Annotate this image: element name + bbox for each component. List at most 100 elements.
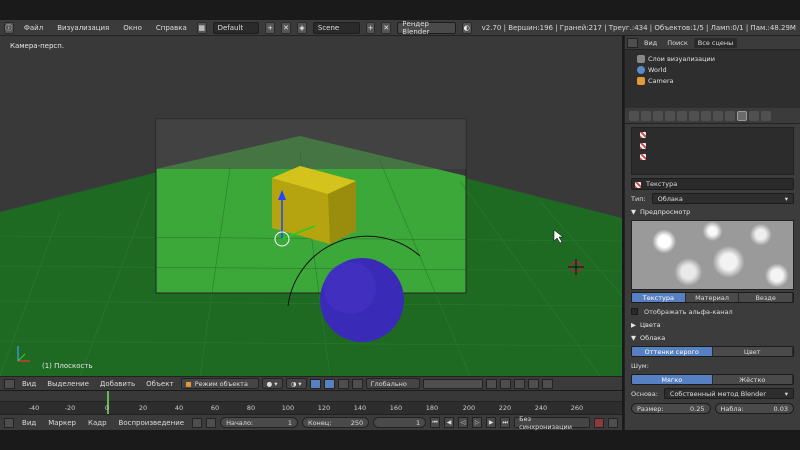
outliner-item[interactable]: World xyxy=(625,64,800,75)
tl-menu-view[interactable]: Вид xyxy=(18,419,40,427)
outliner-header: Вид Поиск Все сцены xyxy=(625,36,800,50)
clouds-panel-header[interactable]: ▼ Облака xyxy=(625,331,800,344)
end-frame-field[interactable]: Конец: 250 xyxy=(301,417,370,428)
physics-tab-icon[interactable] xyxy=(761,110,771,121)
preview-tab-both[interactable]: Везде xyxy=(739,293,793,302)
vp-menu-select[interactable]: Выделение xyxy=(43,380,93,388)
keying-set-icon[interactable] xyxy=(608,417,619,428)
screen-layout-field[interactable]: Default xyxy=(212,21,260,34)
record-icon[interactable] xyxy=(594,417,605,428)
timeline-ruler: -40 -20 0 20 40 60 80 100 120 140 160 18… xyxy=(0,402,622,414)
preview-range-icon[interactable] xyxy=(206,417,217,428)
autokey-icon[interactable] xyxy=(192,417,203,428)
texture-slot-icon[interactable] xyxy=(640,132,646,138)
play-button[interactable]: ▷ xyxy=(472,417,483,428)
mode-select[interactable]: ■ Режим объекта xyxy=(180,378,259,389)
outliner-item[interactable]: Слои визуализации xyxy=(625,53,800,64)
layers-tab-icon[interactable] xyxy=(641,110,651,121)
outliner-tab-all-scenes[interactable]: Все сцены xyxy=(693,37,738,48)
scene-field[interactable]: Scene xyxy=(312,21,360,34)
show-alpha-checkbox[interactable] xyxy=(631,308,638,315)
preview-panel-header[interactable]: ▼ Предпросмотр xyxy=(625,205,800,218)
show-alpha-row[interactable]: Отображать альфа-канал xyxy=(625,305,800,318)
start-frame-field[interactable]: Начало: 1 xyxy=(220,417,298,428)
data-tab-icon[interactable] xyxy=(713,110,723,121)
modifiers-tab-icon[interactable] xyxy=(701,110,711,121)
colors-panel-header[interactable]: ▶ Цвета xyxy=(625,318,800,331)
render-tab-icon[interactable] xyxy=(629,110,639,121)
layout-icon[interactable]: ▦ xyxy=(196,21,207,34)
outliner[interactable]: Слои визуализации World Camera xyxy=(625,50,800,108)
tl-menu-playback[interactable]: Воспроизведение xyxy=(115,419,189,427)
world-tab-icon[interactable] xyxy=(665,110,675,121)
3d-viewport[interactable]: Камера-персп. (1) Плоскость xyxy=(0,36,622,376)
orientation-select[interactable]: Глобально xyxy=(365,378,420,389)
timeline-scrollbar[interactable] xyxy=(0,391,622,402)
texture-name-field[interactable]: Текстура xyxy=(631,178,794,190)
render-icon[interactable] xyxy=(527,378,539,389)
constraints-tab-icon[interactable] xyxy=(689,110,699,121)
vp-menu-object[interactable]: Объект xyxy=(142,380,177,388)
editor-type-outliner-icon[interactable] xyxy=(627,37,638,48)
particles-tab-icon[interactable] xyxy=(749,110,759,121)
editor-type-button[interactable]: ⓘ xyxy=(4,21,14,34)
current-frame-field[interactable]: 1 xyxy=(373,417,427,428)
render-engine-select[interactable]: Рендер Blender xyxy=(397,20,456,36)
preview-tab-texture[interactable]: Текстура xyxy=(632,293,686,302)
jump-end-button[interactable]: ⏭ xyxy=(500,417,511,428)
sync-select[interactable]: Без синхронизации xyxy=(514,415,591,431)
outliner-item[interactable]: Camera xyxy=(625,75,800,86)
object-tab-icon[interactable] xyxy=(677,110,687,121)
rotate-toggle[interactable] xyxy=(337,378,349,389)
texture-icon xyxy=(635,182,641,188)
next-key-button[interactable]: ▶ xyxy=(486,417,497,428)
jump-start-button[interactable]: ⏮ xyxy=(430,417,441,428)
noise-basis-select[interactable]: Собственный метод Blender ▾ xyxy=(663,388,794,399)
add-scene-icon[interactable]: + xyxy=(365,21,376,34)
shading-select[interactable]: ● ▾ xyxy=(261,378,283,389)
editor-type-3d-icon[interactable] xyxy=(4,378,15,389)
texture-slot-icon[interactable] xyxy=(640,154,646,160)
material-tab-icon[interactable] xyxy=(725,110,735,121)
menu-file[interactable]: Файл xyxy=(20,24,47,32)
noise-depth-field[interactable]: Набла: 0.03 xyxy=(714,403,794,414)
play-reverse-button[interactable]: ◁ xyxy=(458,417,469,428)
timeline[interactable]: -40 -20 0 20 40 60 80 100 120 140 160 18… xyxy=(0,390,622,415)
texture-slot-list[interactable] xyxy=(631,127,794,175)
texture-tab-icon[interactable] xyxy=(737,110,747,121)
lock-camera-icon[interactable] xyxy=(485,378,497,389)
proportional-edit-icon[interactable] xyxy=(499,378,511,389)
tl-menu-marker[interactable]: Маркер xyxy=(44,419,80,427)
prev-key-button[interactable]: ◀ xyxy=(444,417,455,428)
scene-icon[interactable]: ◈ xyxy=(297,21,307,34)
noise-size-field[interactable]: Размер: 0.25 xyxy=(631,403,711,414)
noise-soft[interactable]: Мягко xyxy=(632,375,713,384)
layers-grid[interactable] xyxy=(422,378,483,389)
snap-icon[interactable] xyxy=(513,378,525,389)
remove-scene-icon[interactable]: ✕ xyxy=(381,21,392,34)
scale-toggle[interactable] xyxy=(351,378,363,389)
outliner-tab-view[interactable]: Вид xyxy=(640,38,661,48)
vp-menu-view[interactable]: Вид xyxy=(18,380,40,388)
texture-type-select[interactable]: Облака ▾ xyxy=(651,193,794,204)
editor-type-timeline-icon[interactable] xyxy=(4,417,15,428)
pivot-select[interactable]: ◑ ▾ xyxy=(285,378,307,389)
menu-window[interactable]: Окно xyxy=(119,24,146,32)
vp-menu-add[interactable]: Добавить xyxy=(96,380,139,388)
color-mode-color[interactable]: Цвет xyxy=(712,347,793,356)
render-anim-icon[interactable] xyxy=(541,378,553,389)
scene-tab-icon[interactable] xyxy=(653,110,663,121)
preview-tab-material[interactable]: Материал xyxy=(685,293,740,302)
menu-help[interactable]: Справка xyxy=(152,24,191,32)
chevron-down-icon: ▾ xyxy=(784,389,788,398)
color-mode-grayscale[interactable]: Оттенки серого xyxy=(632,347,713,356)
remove-layout-icon[interactable]: ✕ xyxy=(281,21,292,34)
menu-render[interactable]: Визуализация xyxy=(53,24,113,32)
add-layout-icon[interactable]: + xyxy=(265,21,276,34)
manipulator-toggle[interactable] xyxy=(309,378,321,389)
tl-menu-frame[interactable]: Кадр xyxy=(84,419,111,427)
outliner-tab-search[interactable]: Поиск xyxy=(663,38,692,48)
texture-slot-icon[interactable] xyxy=(640,143,646,149)
noise-hard[interactable]: Жёстко xyxy=(712,375,793,384)
translate-toggle[interactable] xyxy=(323,378,335,389)
